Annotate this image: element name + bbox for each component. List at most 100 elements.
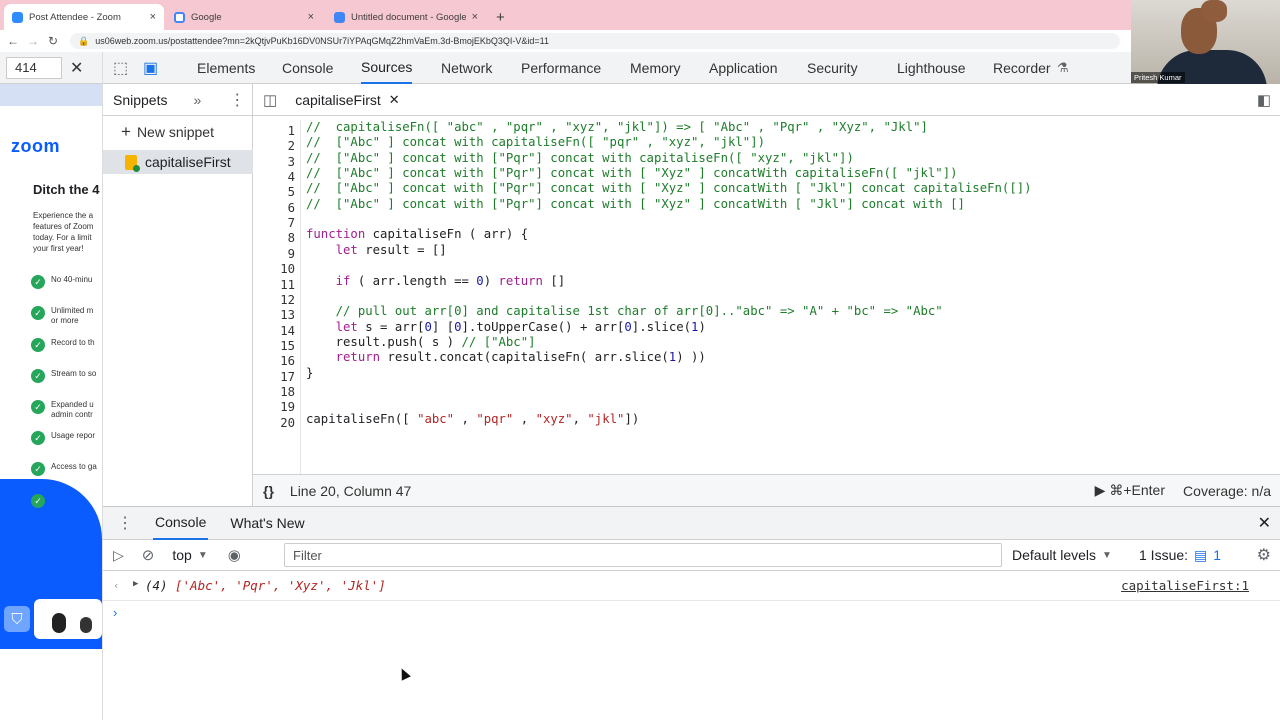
tab-network[interactable]: Network [441, 52, 492, 84]
close-icon[interactable]: × [308, 11, 314, 23]
tab-sources[interactable]: Sources [361, 52, 413, 84]
code-line: function capitaliseFn ( arr) { [306, 227, 529, 242]
close-icon[interactable]: × [150, 11, 156, 23]
feature-item: ✓ No 40-minu [31, 275, 102, 289]
tab-zoom[interactable]: Post Attendee - Zoom × [4, 4, 164, 30]
clear-console-icon[interactable]: ⊘ [142, 546, 155, 564]
zoom-image-card [34, 599, 102, 639]
context-label: top [172, 547, 192, 563]
expand-triangle-icon[interactable]: ▶ [133, 579, 138, 589]
line-number: 16 [280, 354, 295, 369]
google-favicon-icon [174, 11, 185, 23]
docs-favicon-icon [334, 11, 345, 23]
issues-button[interactable]: 1 Issue: ▤ 1 [1139, 547, 1221, 564]
address-bar: ← → ↻ 🔒 us06web.zoom.us/postattendee?mn=… [0, 30, 1280, 52]
find-input[interactable]: 414 [6, 56, 62, 79]
find-bar: 414 ✕ [0, 52, 102, 84]
log-levels-dropdown[interactable]: Default levels ▼ [1012, 547, 1112, 563]
forward-icon[interactable]: → [26, 34, 40, 48]
toggle-navigator-icon[interactable]: ◫ [263, 91, 277, 109]
check-icon: ✓ [31, 494, 45, 508]
more-vertical-icon[interactable]: ⋮ [229, 90, 245, 110]
file-tab-capitalisefirst[interactable]: capitaliseFirst ✕ [295, 92, 400, 108]
flask-icon: ⚗ [1057, 60, 1069, 75]
tab-console[interactable]: Console [282, 52, 333, 84]
zoom-logo: zoom [11, 136, 60, 156]
line-number: 3 [287, 154, 295, 169]
device-toolbar-icon[interactable]: ▣ [143, 52, 158, 84]
chevron-double-right-icon[interactable]: » [193, 92, 201, 108]
feature-item: ✓ Expanded u admin contr [31, 400, 102, 422]
line-number: 18 [280, 384, 295, 399]
person-icon [52, 613, 66, 633]
editor-tabbar: ◫ capitaliseFirst ✕ ◧ [253, 84, 1280, 116]
log-levels-label: Default levels [1012, 547, 1097, 563]
tab-title: Untitled document - Google Do [351, 11, 466, 23]
pretty-print-icon[interactable]: {} [263, 483, 274, 499]
check-icon: ✓ [31, 306, 45, 320]
console-toolbar: ▷ ⊘ top ▼ ◉ Filter Default levels ▼ 1 Is… [103, 540, 1280, 571]
feature-item: ✓ Stream to so [31, 369, 102, 383]
sidebar-toggle-icon[interactable]: ▷ [113, 547, 124, 564]
tab-lighthouse[interactable]: Lighthouse [897, 52, 966, 84]
more-vertical-icon[interactable]: ⋮ [117, 513, 133, 533]
eye-icon[interactable]: ◉ [228, 546, 241, 564]
webcam-video: Pritesh Kumar [1131, 0, 1280, 84]
tab-security[interactable]: Security [807, 52, 858, 84]
context-selector[interactable]: top ▼ [172, 547, 207, 563]
cursor-position: Line 20, Column 47 [289, 482, 412, 499]
run-snippet-button[interactable]: ▶ ⌘+Enter [1095, 482, 1165, 499]
code-line: // ["Abc" ] concat with ["Pqr"] concat w… [306, 196, 965, 211]
check-icon: ✓ [31, 338, 45, 352]
close-icon[interactable]: ✕ [1258, 513, 1271, 533]
url-input[interactable]: 🔒 us06web.zoom.us/postattendee?mn=2kQtjv… [70, 33, 1120, 49]
line-number: 13 [280, 308, 295, 323]
feature-item: ✓ Unlimited m or more [31, 306, 102, 328]
tab-title: Google [191, 11, 222, 23]
output-values: ['Abc', 'Pqr', 'Xyz', 'Jkl'] [175, 578, 386, 593]
new-tab-button[interactable]: + [488, 4, 512, 30]
tab-recorder[interactable]: Recorder [993, 52, 1051, 84]
drawer-tab-whats-new[interactable]: What's New [230, 515, 304, 531]
sidebar-item-capitalisefirst[interactable]: capitaliseFirst [103, 150, 253, 174]
code-editor[interactable]: 1 2 3 4 5 6 7 8 9 10 11 12 13 14 15 16 17 18 19 20 // capit… [253, 116, 1280, 474]
file-icon [125, 154, 140, 172]
tab-elements[interactable]: Elements [197, 52, 255, 84]
code-line: let result = [] [335, 242, 447, 257]
output-count: (4) [145, 578, 168, 593]
tab-application[interactable]: Application [709, 52, 778, 84]
drawer-tabbar: ⋮ Console What's New ✕ [103, 507, 1280, 540]
code-line: return result.concat(capitaliseFn( arr.s… [335, 350, 706, 365]
gear-icon[interactable]: ⚙ [1257, 545, 1271, 565]
filter-input[interactable]: Filter [284, 543, 1002, 567]
tab-memory[interactable]: Memory [630, 52, 681, 84]
code-line: // ["Abc" ] concat with ["Pqr"] concat w… [306, 166, 958, 181]
inspect-element-icon[interactable]: ⬚ [113, 52, 128, 84]
line-number: 7 [287, 216, 295, 231]
output-source-link[interactable]: capitaliseFirst:1 [1121, 578, 1249, 593]
new-snippet-button[interactable]: + New snippet [121, 122, 214, 142]
tab-performance[interactable]: Performance [521, 52, 601, 84]
tab-google[interactable]: Google × [166, 4, 322, 30]
file-tab-label: capitaliseFirst [295, 91, 381, 108]
toggle-debugger-icon[interactable]: ◧ [1257, 91, 1271, 109]
close-icon[interactable]: ✕ [389, 92, 400, 108]
tab-title: Post Attendee - Zoom [29, 11, 121, 23]
snippet-label: capitaliseFirst [145, 154, 231, 170]
console-prompt[interactable]: › [103, 601, 1280, 625]
code-line: capitaliseFn([ "abc" , "pqr" , "xyz", "j… [306, 411, 640, 426]
line-gutter: 1 2 3 4 5 6 7 8 9 10 11 12 13 14 15 16 17 18 19 20 [253, 120, 301, 474]
snippets-title[interactable]: Snippets [113, 92, 167, 108]
coverage-label: Coverage: n/a [1183, 482, 1271, 499]
line-number: 1 [287, 124, 295, 138]
drawer-tab-console[interactable]: Console [153, 507, 209, 540]
back-icon[interactable]: ← [6, 34, 20, 48]
url-text: us06web.zoom.us/postattendee?mn=2kQtjvPu… [95, 36, 549, 46]
close-icon[interactable]: × [472, 11, 478, 23]
caret-down-icon: ▼ [1102, 549, 1112, 561]
reload-icon[interactable]: ↻ [46, 34, 60, 48]
devtools-panel: ⬚ ▣ Elements Console Sources Network Per… [102, 52, 1280, 720]
tab-google-docs[interactable]: Untitled document - Google Do × [326, 4, 486, 30]
close-icon[interactable]: ✕ [70, 58, 83, 78]
caret-down-icon: ▼ [197, 549, 208, 561]
